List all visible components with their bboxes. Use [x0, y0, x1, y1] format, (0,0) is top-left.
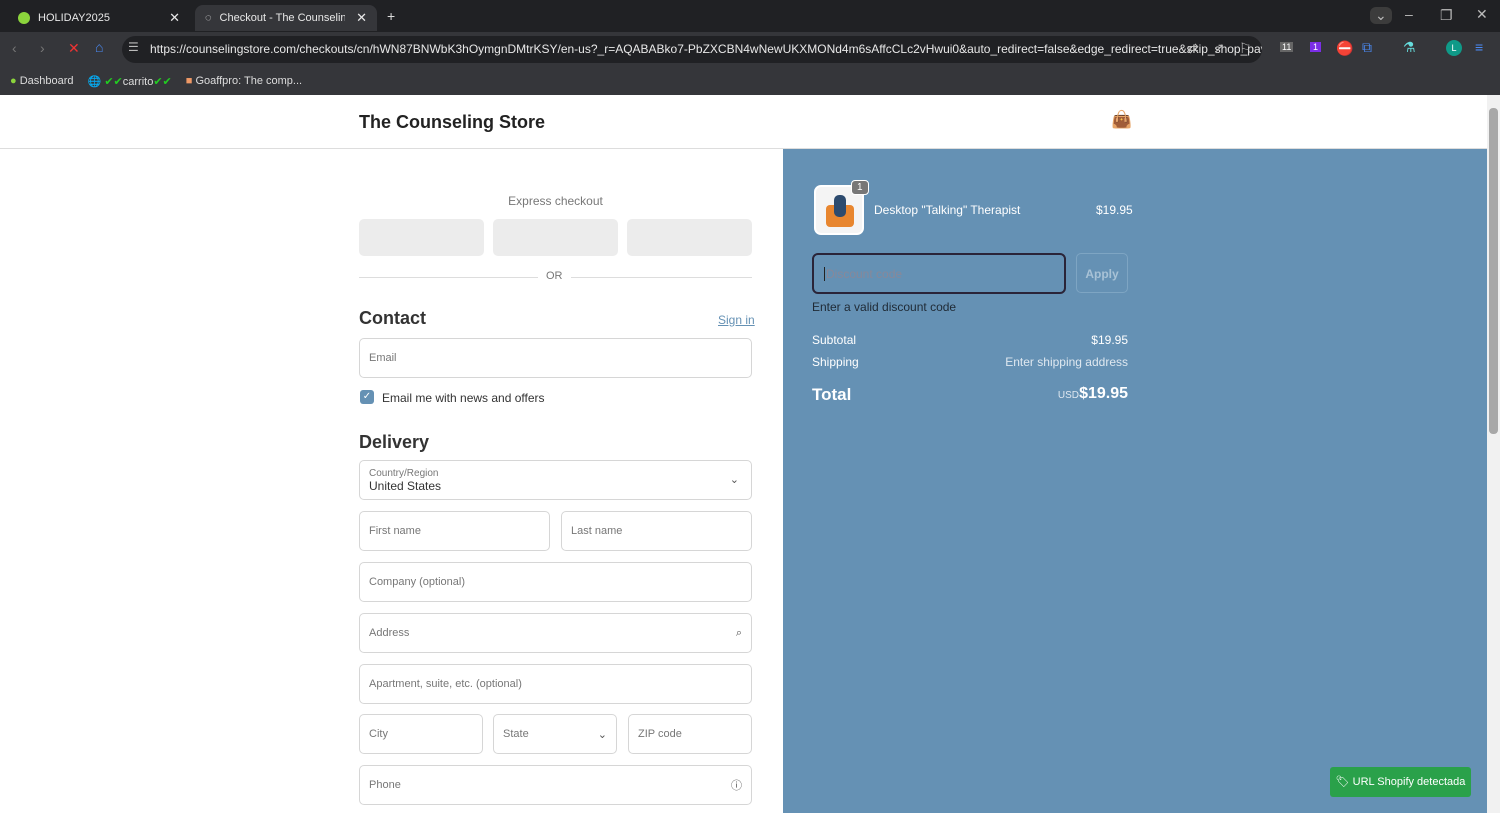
site-info-icon[interactable]: ☰ — [128, 40, 139, 54]
blocker-extension-icon[interactable]: ⛔ — [1336, 40, 1353, 57]
share-icon[interactable]: ↗ — [1213, 40, 1225, 57]
checkout-page: The Counseling Store 👜 Express checkout … — [0, 95, 1487, 813]
currency-code: USD — [1057, 390, 1079, 401]
search-icon: ⌕ — [735, 626, 742, 639]
close-tab-icon[interactable]: ✕ — [356, 10, 367, 26]
product-price: $19.95 — [1096, 203, 1133, 217]
news-checkbox[interactable]: ✓ — [360, 390, 374, 404]
news-checkbox-label: Email me with news and offers — [382, 391, 545, 405]
forward-icon[interactable]: › — [40, 40, 45, 56]
express-checkout-label: Express checkout — [508, 194, 603, 208]
company-field[interactable]: Company (optional) — [359, 562, 752, 602]
puzzle-icon: ■ — [185, 75, 193, 87]
address-bar[interactable]: https://counselingstore.com/checkouts/cn… — [122, 36, 1262, 63]
city-field[interactable]: City — [359, 714, 483, 754]
extension-badge[interactable]: 1 — [1310, 42, 1322, 52]
tab-holiday[interactable]: HOLIDAY2025 ✕ — [8, 5, 190, 31]
home-icon[interactable]: ⌂ — [95, 39, 103, 55]
checkout-form: Express checkout OR Contact Sign in Emai… — [0, 149, 783, 813]
first-name-field[interactable]: First name — [359, 511, 550, 551]
subtotal-label: Subtotal — [812, 333, 857, 347]
menu-icon[interactable]: ≡ — [1475, 39, 1483, 55]
contact-heading: Contact — [359, 308, 426, 328]
bookmark-goaffpro[interactable]: ■ Goaffpro: The comp... — [186, 75, 302, 87]
back-icon[interactable]: ‹ — [12, 40, 17, 56]
express-pay-button[interactable] — [359, 219, 484, 256]
or-divider-label: OR — [538, 270, 571, 282]
toolbar: ‹ › ✕ ⌂ https://counselingstore.com/chec… — [0, 32, 1500, 67]
loading-icon: ◌ — [205, 12, 212, 24]
delivery-heading: Delivery — [359, 432, 430, 452]
state-select[interactable]: State ⌄ — [493, 714, 617, 754]
extension-badge[interactable]: 11 — [1280, 42, 1294, 52]
chevron-down-icon: ⌄ — [729, 474, 739, 486]
stop-icon[interactable]: ✕ — [68, 40, 80, 57]
apply-button[interactable]: Apply — [1076, 253, 1128, 293]
last-name-field[interactable]: Last name — [561, 511, 752, 551]
email-field[interactable]: Email — [359, 338, 752, 378]
bookmark-icon[interactable]: ⚐ — [1239, 40, 1252, 57]
store-header: The Counseling Store 👜 — [0, 95, 1487, 149]
tab-checkout[interactable]: ◌Checkout - The Counseling Sto✕ — [195, 5, 377, 31]
labs-icon[interactable]: ⚗ — [1403, 39, 1416, 56]
tab-search-icon[interactable]: ⌄ — [1370, 7, 1392, 24]
apartment-field[interactable]: Apartment, suite, etc. (optional) — [359, 664, 752, 704]
cart-bag-icon[interactable]: 👜 — [1111, 110, 1132, 130]
bookmarks-bar: ● Dashboard 🌐 ✔✔carrito✔✔ ■ Goaffpro: Th… — [0, 67, 1500, 95]
shipping-label: Shipping — [812, 355, 859, 369]
close-window-icon[interactable]: ✕ — [1476, 6, 1488, 23]
shopify-detected-toast[interactable]: 🏷 URL Shopify detectada — [1330, 767, 1471, 797]
translate-icon[interactable]: ⇄ — [1187, 40, 1199, 57]
country-select[interactable]: Country/Region United States ⌄ — [359, 460, 752, 500]
sign-in-link[interactable]: Sign in — [718, 313, 755, 327]
order-summary: 1 Desktop "Talking" Therapist $19.95 Dis… — [783, 149, 1487, 813]
discount-error: Enter a valid discount code — [812, 300, 957, 314]
phone-field[interactable]: Phone ⓘ — [359, 765, 752, 805]
shipping-value: Enter shipping address — [1005, 355, 1128, 369]
address-field[interactable]: Address ⌕ — [359, 613, 752, 653]
browser-chrome: HOLIDAY2025✕ ◌Checkout - The Counseling … — [0, 0, 1500, 95]
express-pay-button[interactable] — [627, 219, 752, 256]
discount-code-input[interactable]: Discount code — [812, 253, 1066, 294]
minimize-icon[interactable]: – — [1405, 6, 1413, 22]
quantity-badge: 1 — [851, 180, 869, 195]
tab-favicon-icon — [18, 12, 30, 24]
profile-avatar[interactable]: L — [1446, 40, 1462, 56]
zip-field[interactable]: ZIP code — [628, 714, 752, 754]
scrollbar-thumb[interactable] — [1489, 108, 1498, 434]
restore-icon[interactable]: ❐ — [1440, 7, 1453, 24]
help-icon[interactable]: ⓘ — [731, 777, 742, 793]
bookmark-dashboard[interactable]: ● Dashboard — [10, 75, 74, 87]
subtotal-value: $19.95 — [1091, 333, 1128, 347]
bookmark-carrito[interactable]: 🌐 ✔✔carrito✔✔ — [88, 75, 172, 88]
product-name: Desktop "Talking" Therapist — [874, 203, 1021, 217]
express-pay-button[interactable] — [493, 219, 618, 256]
store-name[interactable]: The Counseling Store — [359, 112, 545, 133]
total-label: Total — [812, 385, 852, 404]
close-tab-icon[interactable]: ✕ — [169, 10, 180, 26]
total-value: $19.95 — [1079, 385, 1128, 402]
new-tab-icon[interactable]: + — [387, 8, 395, 24]
extensions-icon[interactable]: ⧉ — [1362, 39, 1372, 56]
chevron-down-icon: ⌄ — [597, 728, 607, 741]
tag-icon: 🏷 — [1335, 776, 1350, 788]
